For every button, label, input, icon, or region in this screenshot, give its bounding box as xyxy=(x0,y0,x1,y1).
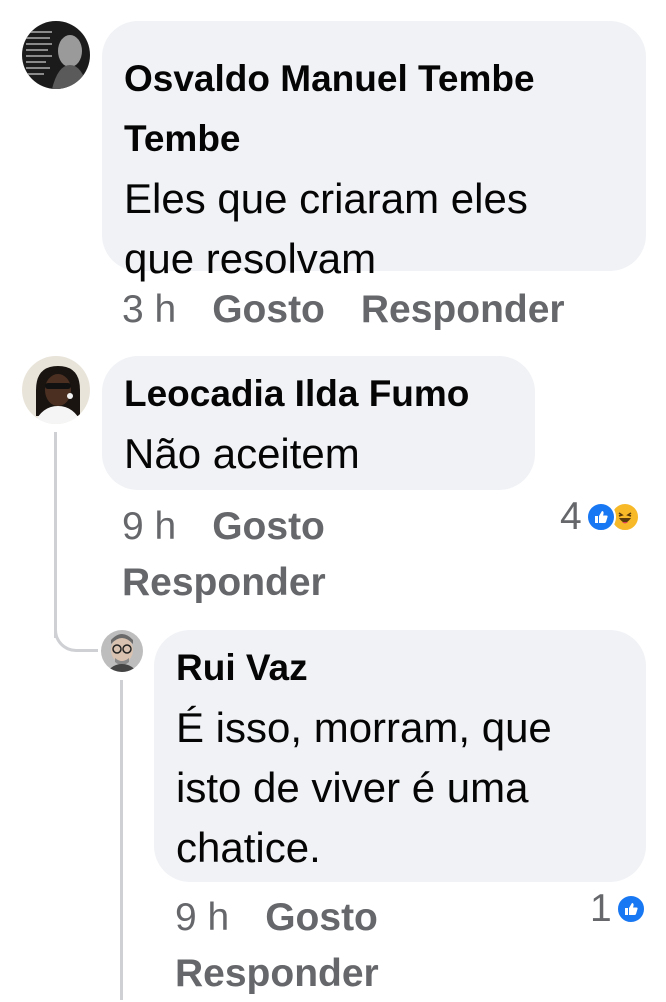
reply-button[interactable]: Responder xyxy=(122,561,326,604)
reaction-summary[interactable]: 4 xyxy=(560,497,640,537)
like-icon xyxy=(585,502,616,532)
comment-bubble-osvaldo: Osvaldo Manuel Tembe Tembe Eles que cria… xyxy=(102,21,646,282)
reaction-summary[interactable]: 1 xyxy=(590,889,646,929)
reaction-count: 4 xyxy=(560,495,582,538)
comment-author[interactable]: Leocadia Ilda Fumo xyxy=(124,364,535,424)
like-button[interactable]: Gosto xyxy=(212,288,325,331)
comment-text: isto de viver é uma xyxy=(176,764,529,811)
comment-author[interactable]: Rui Vaz xyxy=(176,638,646,698)
comment-bubble-rui: Rui Vaz É isso, morram, que isto de vive… xyxy=(154,630,646,882)
comment-author-cont[interactable]: Tembe xyxy=(124,109,646,169)
thread-connector-reply xyxy=(120,680,123,1000)
like-button[interactable]: Gosto xyxy=(212,505,325,548)
like-icon xyxy=(615,894,646,924)
comment-text: chatice. xyxy=(176,824,321,871)
reply-button[interactable]: Responder xyxy=(175,952,379,995)
comment-bubble-leocadia: Leocadia Ilda Fumo Não aceitem xyxy=(102,356,535,490)
avatar-rui[interactable] xyxy=(101,630,143,672)
comment-meta-reply: Responder xyxy=(122,555,326,611)
thread-connector xyxy=(54,432,57,638)
reaction-count: 1 xyxy=(590,887,612,930)
thread-connector-curve xyxy=(54,612,98,652)
comment-meta: 9 h Gosto xyxy=(122,499,325,555)
comment-text: É isso, morram, que xyxy=(176,704,552,751)
comment-timestamp[interactable]: 9 h xyxy=(175,896,229,939)
comment-timestamp[interactable]: 3 h xyxy=(122,288,176,331)
comment-meta-reply: Responder xyxy=(175,946,379,1002)
like-button[interactable]: Gosto xyxy=(265,896,378,939)
avatar-osvaldo[interactable] xyxy=(22,21,90,89)
comment-meta: 9 h Gosto xyxy=(175,890,378,946)
comment-text: que resolvam xyxy=(124,235,377,282)
avatar-leocadia[interactable] xyxy=(22,356,90,424)
comment-text: Eles que criaram eles xyxy=(124,175,528,222)
comment-meta: 3 h Gosto Responder xyxy=(122,282,565,338)
comment-text: Não aceitem xyxy=(124,430,360,477)
comment-author[interactable]: Osvaldo Manuel Tembe xyxy=(124,49,646,109)
reply-button[interactable]: Responder xyxy=(361,288,565,331)
comment-timestamp[interactable]: 9 h xyxy=(122,505,176,548)
